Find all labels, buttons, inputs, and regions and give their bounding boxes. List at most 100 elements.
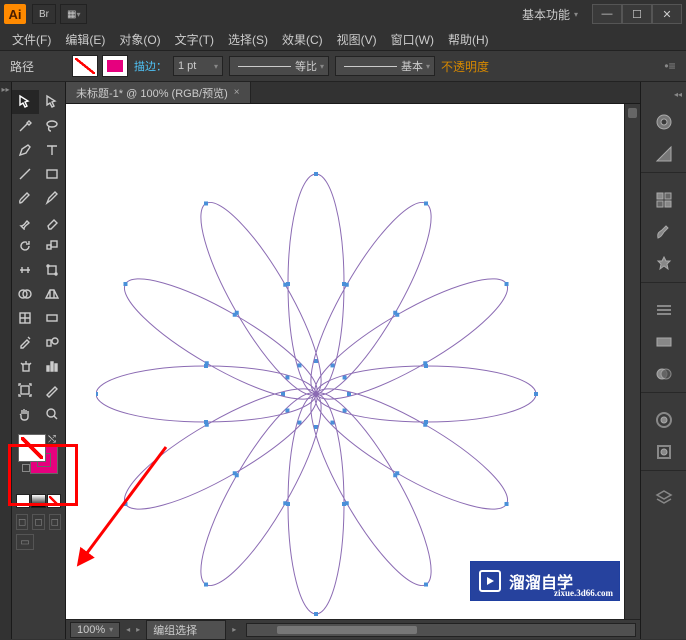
brush-profile-dropdown[interactable]: 基本▾ bbox=[335, 56, 435, 76]
menu-window[interactable]: 窗口(W) bbox=[385, 29, 440, 50]
color-guide-panel-icon[interactable] bbox=[641, 138, 686, 170]
zoom-tool[interactable] bbox=[39, 402, 66, 426]
scale-tool[interactable] bbox=[39, 234, 66, 258]
chevron-down-icon: ▾ bbox=[574, 10, 578, 19]
chevron-down-icon: ▾ bbox=[109, 625, 113, 634]
stroke-label[interactable]: 描边： bbox=[134, 58, 167, 74]
stroke-weight-dropdown[interactable]: 1 pt▾ bbox=[173, 56, 223, 76]
color-panel-icon[interactable] bbox=[641, 106, 686, 138]
perspective-grid-tool[interactable] bbox=[39, 282, 66, 306]
status-menu-icon[interactable]: ▸ bbox=[232, 625, 236, 634]
artboard-tool[interactable] bbox=[12, 378, 39, 402]
panel-dock-left[interactable]: ▸▸ bbox=[0, 82, 12, 639]
pencil-tool[interactable] bbox=[39, 186, 66, 210]
fill-color-swatch[interactable] bbox=[18, 434, 46, 462]
window-maximize-button[interactable]: ☐ bbox=[622, 4, 652, 24]
close-tab-icon[interactable]: × bbox=[234, 87, 240, 98]
blend-tool[interactable] bbox=[39, 330, 66, 354]
status-tool-label[interactable]: 编组选择 bbox=[146, 620, 226, 640]
document-tab-bar: 未标题-1* @ 100% (RGB/预览) × bbox=[66, 82, 640, 104]
slice-tool[interactable] bbox=[39, 378, 66, 402]
dock-collapse-icon[interactable]: ◂◂ bbox=[674, 90, 682, 102]
bridge-button[interactable]: Br bbox=[32, 4, 56, 24]
free-transform-tool[interactable] bbox=[39, 258, 66, 282]
paintbrush-tool[interactable] bbox=[12, 186, 39, 210]
zoom-dropdown[interactable]: 100% ▾ bbox=[70, 622, 120, 638]
menu-object[interactable]: 对象(O) bbox=[113, 29, 166, 50]
draw-inside[interactable]: ◻ bbox=[49, 514, 61, 530]
swap-fill-stroke-icon[interactable]: ⤭ bbox=[48, 434, 56, 445]
fill-stroke-control[interactable]: ⤭ bbox=[12, 432, 65, 492]
blob-brush-tool[interactable] bbox=[12, 210, 39, 234]
control-bar: 路径 描边： 1 pt▾ 等比▾ 基本▾ 不透明度 •≡ bbox=[0, 50, 686, 82]
draw-behind[interactable]: ◻ bbox=[32, 514, 44, 530]
swatches-panel-icon[interactable] bbox=[641, 184, 686, 216]
play-icon bbox=[479, 570, 501, 592]
workspace-switcher[interactable]: 基本功能 ▾ bbox=[514, 6, 586, 23]
status-bar: 100% ▾ ◂ ▸ 编组选择 ▸ bbox=[66, 619, 640, 639]
nav-next-icon[interactable]: ▸ bbox=[136, 625, 140, 634]
gradient-tool[interactable] bbox=[39, 306, 66, 330]
shape-builder-tool[interactable] bbox=[12, 282, 39, 306]
document-tab[interactable]: 未标题-1* @ 100% (RGB/预览) × bbox=[66, 82, 251, 103]
control-menu-button[interactable]: •≡ bbox=[660, 59, 680, 73]
stroke-swatch[interactable] bbox=[102, 55, 128, 77]
window-minimize-button[interactable]: — bbox=[592, 4, 622, 24]
width-profile-dropdown[interactable]: 等比▾ bbox=[229, 56, 329, 76]
screen-mode-button[interactable]: ▭ bbox=[16, 534, 34, 550]
line-tool[interactable] bbox=[12, 162, 39, 186]
layers-panel-icon[interactable] bbox=[641, 482, 686, 514]
menu-view[interactable]: 视图(V) bbox=[331, 29, 383, 50]
type-tool[interactable] bbox=[39, 138, 66, 162]
graphic-styles-panel-icon[interactable] bbox=[641, 436, 686, 468]
eyedropper-tool[interactable] bbox=[12, 330, 39, 354]
column-graph-tool[interactable] bbox=[39, 354, 66, 378]
width-tool[interactable] bbox=[12, 258, 39, 282]
appearance-panel-icon[interactable] bbox=[641, 404, 686, 436]
nav-prev-icon[interactable]: ◂ bbox=[126, 625, 130, 634]
mesh-tool[interactable] bbox=[12, 306, 39, 330]
menu-help[interactable]: 帮助(H) bbox=[442, 29, 495, 50]
document-area: 未标题-1* @ 100% (RGB/预览) × 溜溜自学 zixue.3d66… bbox=[66, 82, 640, 639]
selection-tool[interactable] bbox=[12, 90, 39, 114]
transparency-panel-icon[interactable] bbox=[641, 358, 686, 390]
app-logo: Ai bbox=[4, 4, 26, 24]
lasso-tool[interactable] bbox=[39, 114, 66, 138]
opacity-label[interactable]: 不透明度 bbox=[441, 58, 489, 75]
symbols-panel-icon[interactable] bbox=[641, 248, 686, 280]
gradient-panel-icon[interactable] bbox=[641, 326, 686, 358]
rotate-tool[interactable] bbox=[12, 234, 39, 258]
brush-profile-value: 基本 bbox=[401, 58, 423, 74]
menu-effect[interactable]: 效果(C) bbox=[276, 29, 329, 50]
rectangle-tool[interactable] bbox=[39, 162, 66, 186]
horizontal-scrollbar[interactable] bbox=[246, 623, 636, 637]
artwork-flower[interactable] bbox=[96, 154, 556, 619]
color-mode-none[interactable] bbox=[47, 494, 61, 508]
symbol-sprayer-tool[interactable] bbox=[12, 354, 39, 378]
magic-wand-tool[interactable] bbox=[12, 114, 39, 138]
dock-expand-icon[interactable]: ▸▸ bbox=[0, 82, 11, 96]
menu-type[interactable]: 文字(T) bbox=[169, 29, 220, 50]
stroke-panel-icon[interactable] bbox=[641, 294, 686, 326]
screen-mode-row: ▭ bbox=[12, 534, 65, 550]
window-close-button[interactable]: ✕ bbox=[652, 4, 682, 24]
fill-swatch[interactable] bbox=[72, 55, 98, 77]
watermark-overlay: 溜溜自学 zixue.3d66.com bbox=[470, 561, 620, 601]
direct-selection-tool[interactable] bbox=[39, 90, 66, 114]
arrange-docs-button[interactable]: ▦ ▾ bbox=[60, 4, 87, 24]
eraser-tool[interactable] bbox=[39, 210, 66, 234]
menu-file[interactable]: 文件(F) bbox=[6, 29, 57, 50]
draw-normal[interactable]: ◻ bbox=[16, 514, 28, 530]
hand-tool[interactable] bbox=[12, 402, 39, 426]
brushes-panel-icon[interactable] bbox=[641, 216, 686, 248]
default-fill-stroke-icon[interactable] bbox=[22, 464, 30, 472]
artboard[interactable]: 溜溜自学 zixue.3d66.com bbox=[66, 104, 624, 619]
menu-edit[interactable]: 编辑(E) bbox=[59, 29, 111, 50]
chevron-down-icon: ▾ bbox=[214, 62, 218, 71]
color-mode-solid[interactable] bbox=[16, 494, 30, 508]
vertical-scrollbar[interactable] bbox=[624, 104, 640, 619]
menu-select[interactable]: 选择(S) bbox=[222, 29, 274, 50]
color-mode-gradient[interactable] bbox=[31, 494, 45, 508]
selection-type-label: 路径 bbox=[6, 58, 66, 75]
pen-tool[interactable] bbox=[12, 138, 39, 162]
